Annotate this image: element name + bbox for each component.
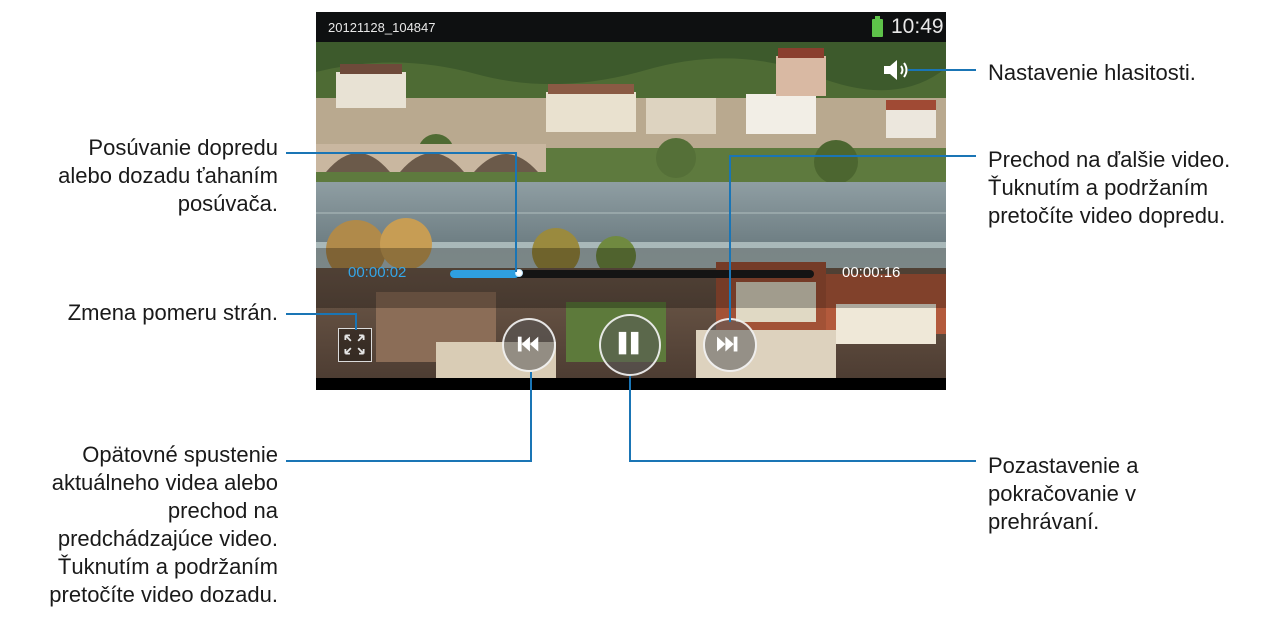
next-track-icon [717,336,738,352]
seek-bar-progress [450,270,520,278]
pause-button[interactable] [599,314,661,376]
aspect-ratio-icon [344,334,365,355]
video-player-screen: 20121128_104847 10:49 00:00:02 00:00:16 [316,12,946,390]
callout-previous: Opätovné spustenie aktuálneho videa aleb… [49,442,278,607]
seek-bar-handle[interactable] [515,269,524,277]
next-button[interactable] [703,318,757,372]
seek-bar[interactable] [450,269,814,278]
battery-icon [872,16,883,37]
current-time: 00:00:02 [348,264,407,281]
callout-aspect-ratio: Zmena pomeru strán. [67,300,278,325]
previous-button[interactable] [502,318,556,372]
volume-icon[interactable] [882,58,914,82]
status-bar: 20121128_104847 10:49 [316,12,946,42]
pause-icon [618,331,639,355]
status-clock: 10:49 [891,15,944,38]
total-time: 00:00:16 [842,264,901,281]
callout-seek: Posúvanie dopredu alebo dozadu ťahaním p… [58,135,278,216]
callout-volume: Nastavenie hlasitosti. [988,60,1196,85]
aspect-ratio-button[interactable] [338,328,372,362]
previous-track-icon [517,336,539,352]
bottom-bar [316,378,946,390]
callout-next: Prechod na ďalšie video. Ťuknutím a podr… [988,147,1231,228]
video-file-name: 20121128_104847 [328,20,436,35]
callout-pause: Pozastavenie a pokračovanie v prehrávaní… [988,453,1139,534]
